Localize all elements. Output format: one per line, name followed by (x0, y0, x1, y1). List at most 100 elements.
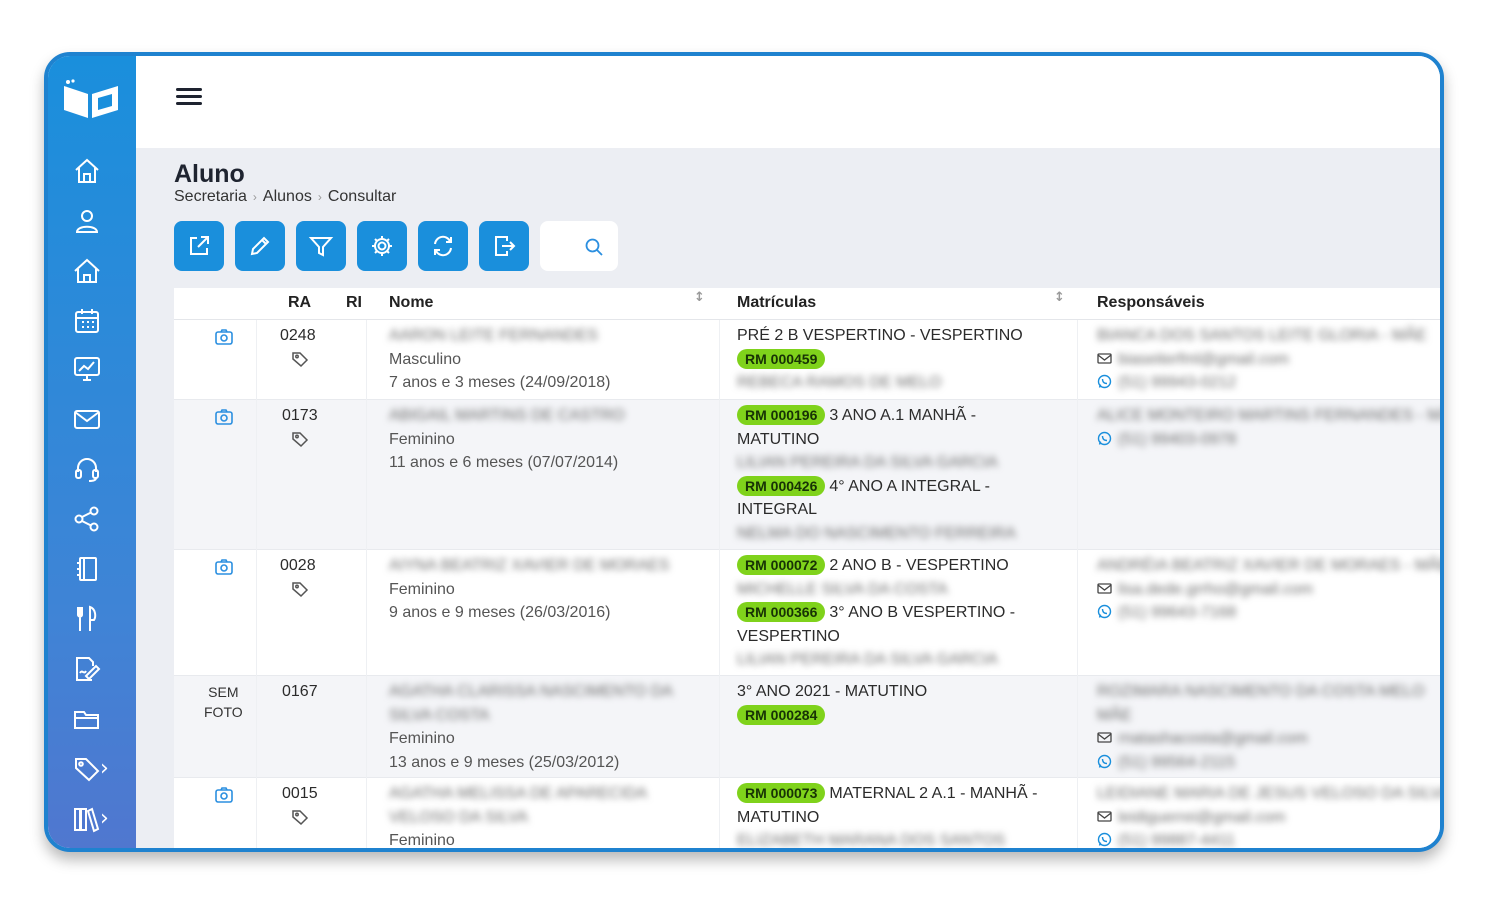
column-ra[interactable]: RA (288, 294, 311, 312)
tag-icon[interactable] (291, 350, 309, 368)
column-matriculas[interactable]: Matrículas (737, 294, 816, 312)
guardian-phone[interactable]: (51) 99943-0212 (1118, 374, 1236, 391)
breadcrumb-alunos[interactable]: Alunos (263, 188, 312, 206)
school-home-icon[interactable] (70, 254, 104, 288)
enrollment-period: VESPERTINO (737, 627, 840, 645)
settings-button[interactable] (357, 221, 407, 271)
student-age: 7 anos e 3 meses (24/09/2018) (389, 374, 611, 391)
calendar-icon[interactable] (70, 304, 104, 338)
export-icon (495, 236, 516, 256)
guardian-phone[interactable]: (51) 99564-2115 (1118, 754, 1235, 771)
student-name[interactable]: AGATHA MELISSA DE APARECIDA (389, 782, 647, 806)
tag-expand-icon[interactable]: › (100, 756, 109, 781)
signature-icon[interactable] (70, 652, 104, 686)
open-external-icon (190, 236, 209, 255)
table-row[interactable]: SEM FOTO 0167 AGATHA CLARISSA NASCIMENTO… (174, 676, 1440, 778)
breadcrumb-secretaria[interactable]: Secretaria (174, 188, 247, 206)
table-row[interactable]: 0028 AIYNA BEATRIZ XAVIER DE MORAES Femi… (174, 550, 1440, 676)
rm-badge[interactable]: RM 000073 (737, 783, 826, 803)
sort-icon[interactable]: ↕ (1054, 290, 1065, 305)
breadcrumb-separator-icon: › (317, 190, 322, 204)
guardian-phone[interactable]: (51) 99887-4411 (1118, 832, 1235, 848)
share-icon[interactable] (70, 502, 104, 536)
book-icon[interactable] (70, 552, 104, 586)
guardian-email[interactable]: lisa.dede.grrho@gmail.com (1118, 581, 1313, 598)
tag-icon[interactable] (291, 808, 309, 826)
enrollment-teacher: ELIZABETH MARANA DOS SANTOS (737, 832, 1006, 849)
library-expand-icon[interactable]: › (100, 806, 109, 831)
student-name[interactable]: AIYNA BEATRIZ XAVIER DE MORAES (389, 554, 669, 578)
user-icon[interactable] (70, 204, 104, 238)
tag-icon[interactable] (70, 752, 104, 786)
tag-icon[interactable] (291, 580, 309, 598)
student-gender: Masculino (389, 350, 462, 368)
export-button[interactable] (479, 221, 529, 271)
hamburger-icon[interactable] (176, 88, 202, 110)
ra-value: 0028 (280, 557, 316, 574)
rm-badge[interactable]: RM 000366 (737, 602, 826, 622)
open-external-button[interactable] (174, 221, 224, 271)
refresh-icon (434, 235, 452, 257)
sort-icon[interactable]: ↕ (694, 290, 705, 305)
column-ri[interactable]: RI (346, 294, 362, 312)
ra-value: 0015 (282, 785, 318, 802)
guardian-phone[interactable]: (51) 99643-7168 (1118, 604, 1236, 621)
student-name-cont[interactable]: SILVA COSTA (389, 704, 673, 728)
topbar (136, 56, 1440, 148)
enrollment-period: INTEGRAL (737, 501, 818, 518)
guardian-phone[interactable]: (51) 99403-0978 (1118, 431, 1236, 448)
folder-icon[interactable] (70, 702, 104, 736)
student-name[interactable]: AGATHA CLARISSA NASCIMENTO DA (389, 680, 673, 704)
filter-button[interactable] (296, 221, 346, 271)
mail-icon (1097, 352, 1112, 364)
chart-icon[interactable] (70, 352, 104, 386)
column-divider (366, 320, 367, 848)
rm-badge[interactable]: RM 000072 (737, 555, 826, 575)
table-row[interactable]: 0248 AARON LEITE FERNANDES Masculino 7 a… (174, 320, 1440, 400)
library-icon[interactable] (70, 802, 104, 836)
whatsapp-icon[interactable] (1097, 604, 1112, 619)
camera-icon[interactable] (214, 408, 234, 426)
guardian-email[interactable]: rnatashacosta@gmail.com (1118, 730, 1308, 747)
whatsapp-icon[interactable] (1097, 754, 1112, 769)
headset-icon[interactable] (70, 452, 104, 486)
enrollment-class: PRÉ 2 B VESPERTINO - VESPERTINO (737, 327, 1023, 344)
search-input[interactable] (540, 221, 618, 271)
camera-icon[interactable] (214, 786, 234, 804)
tag-icon[interactable] (291, 430, 309, 448)
toolbar (174, 221, 618, 271)
refresh-button[interactable] (418, 221, 468, 271)
guardian-email[interactable]: biaseiterfml@gmail.com (1118, 351, 1289, 368)
enrollment-class: MATERNAL 2 A.1 - MANHÃ - (829, 785, 1038, 802)
student-name[interactable]: AARON LEITE FERNANDES (389, 324, 610, 348)
page-title: Aluno (174, 160, 245, 188)
rm-badge[interactable]: RM 000196 (737, 405, 826, 425)
mail-icon[interactable] (70, 402, 104, 436)
whatsapp-icon[interactable] (1097, 431, 1112, 446)
enrollment-class: 3° ANO B VESPERTINO - (829, 604, 1016, 621)
rm-badge[interactable]: RM 000426 (737, 475, 826, 496)
camera-icon[interactable] (214, 328, 234, 346)
table-row[interactable]: 0015 AGATHA MELISSA DE APARECIDA VELOSO … (174, 778, 1440, 849)
enrollment-period: MATUTINO (737, 808, 820, 826)
cutlery-icon[interactable] (70, 602, 104, 636)
student-name[interactable]: ABIGAIL MARTINS DE CASTRO (389, 404, 625, 428)
student-name-cont[interactable]: VELOSO DA SILVA (389, 806, 647, 830)
search-icon[interactable] (584, 237, 604, 257)
edit-button[interactable] (235, 221, 285, 271)
home-icon[interactable] (70, 154, 104, 188)
logo (64, 79, 118, 118)
column-responsaveis[interactable]: Responsáveis (1097, 294, 1205, 312)
guardian-email[interactable]: leidiguerrei@gmail.com (1118, 809, 1285, 826)
rm-badge[interactable]: RM 000459 (737, 348, 826, 369)
mail-icon (1097, 582, 1112, 594)
whatsapp-icon[interactable] (1097, 832, 1112, 847)
enrollment-teacher: NELMA DO NASCIMENTO FERREIRA (737, 524, 1016, 542)
table-row[interactable]: 0173 ABIGAIL MARTINS DE CASTRO Feminino … (174, 400, 1440, 550)
guardian-name: ALICE MONTEIRO MARTINS FERNANDES - MÃE (1097, 407, 1444, 424)
whatsapp-icon[interactable] (1097, 374, 1112, 389)
camera-icon[interactable] (214, 558, 234, 576)
rm-badge[interactable]: RM 000284 (737, 704, 826, 725)
column-divider (719, 320, 720, 848)
column-nome[interactable]: Nome (389, 294, 433, 312)
